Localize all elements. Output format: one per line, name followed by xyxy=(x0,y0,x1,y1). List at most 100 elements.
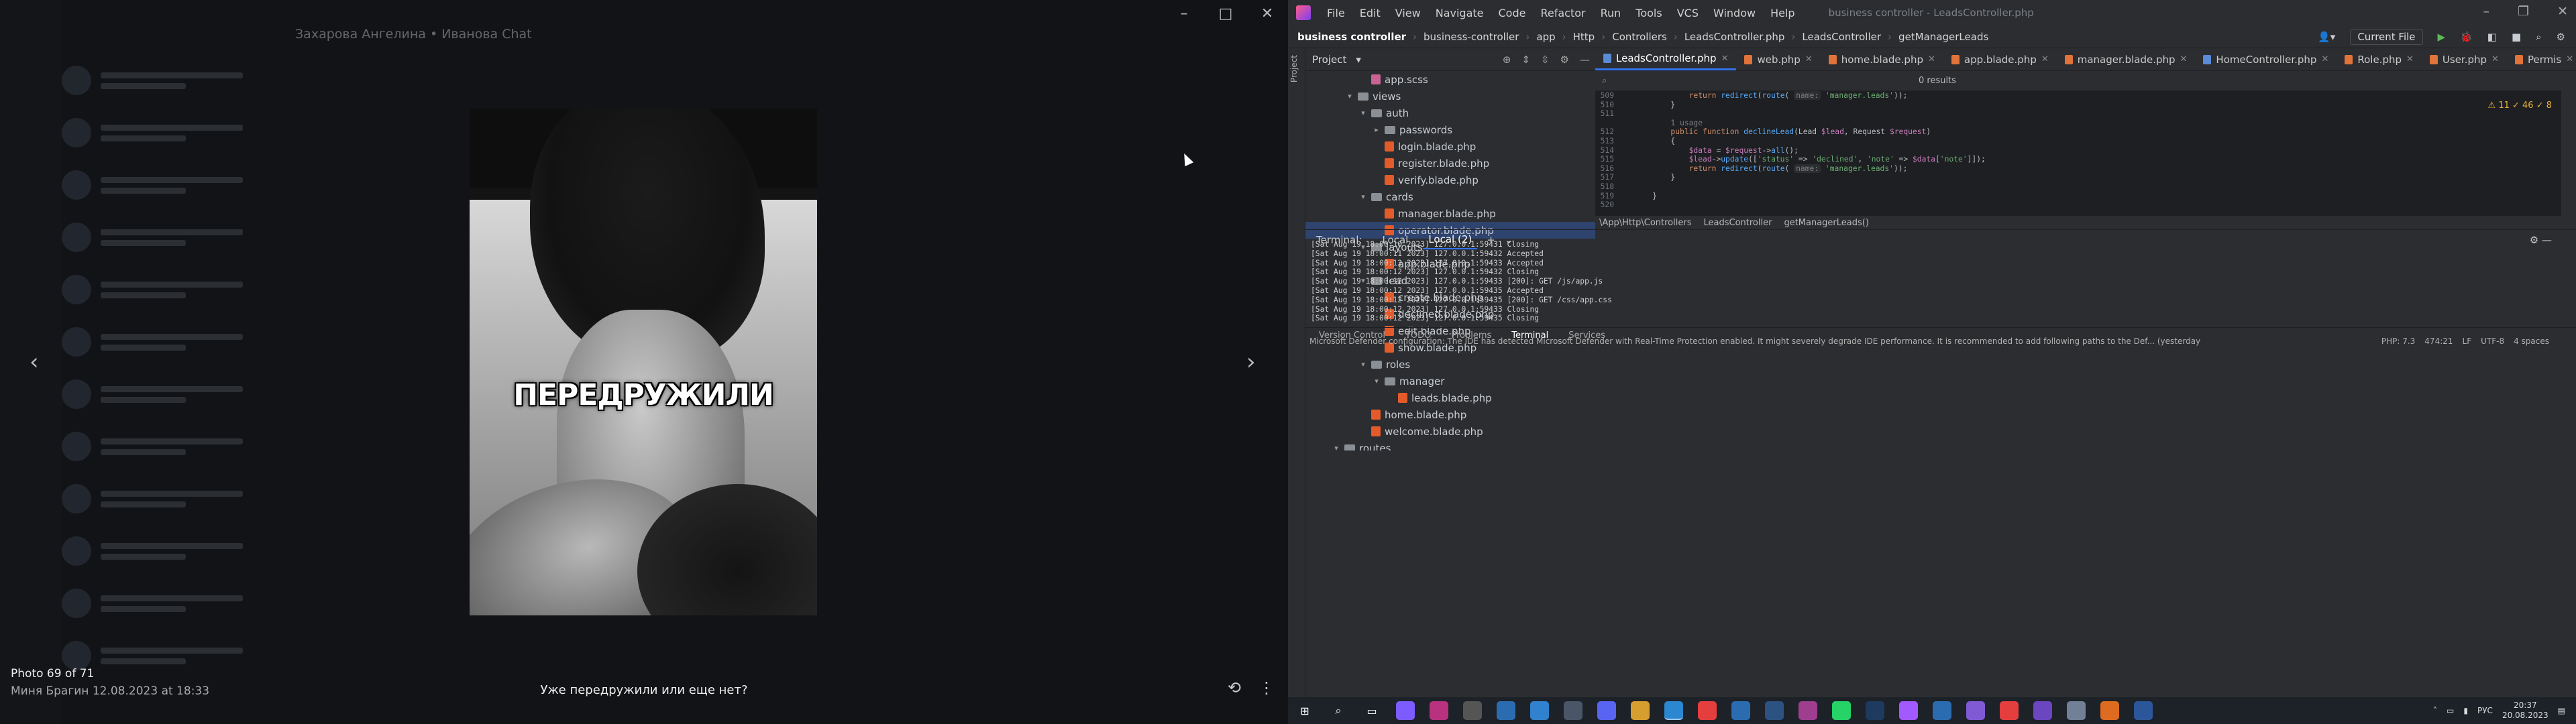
search-icon[interactable]: ⌕ xyxy=(1329,701,1348,720)
tree-item[interactable]: ▾ cards xyxy=(1305,188,1595,205)
tree-item[interactable]: manager.blade.php xyxy=(1305,205,1595,222)
restore-icon[interactable]: ❐ xyxy=(2518,4,2529,19)
breadcrumb-item[interactable]: Http xyxy=(1573,31,1595,43)
tree-item[interactable]: leads.blade.php xyxy=(1305,389,1595,406)
chevron-down-icon[interactable]: ▾ xyxy=(1359,360,1367,369)
menu-vcs[interactable]: VCS xyxy=(1677,7,1699,19)
tree-item[interactable]: ▾ routes xyxy=(1305,440,1595,450)
close-icon[interactable]: ✕ xyxy=(2557,4,2568,19)
editor-tab[interactable]: manager.blade.php ✕ xyxy=(2057,48,2196,70)
app-icon[interactable] xyxy=(1396,701,1415,720)
store-icon[interactable] xyxy=(1564,701,1582,720)
tree-item[interactable]: home.blade.php xyxy=(1305,406,1595,423)
status-widget[interactable]: LF xyxy=(2463,337,2472,346)
breadcrumb-item[interactable]: getManagerLeads xyxy=(1898,31,1988,43)
figma-icon[interactable] xyxy=(1899,701,1918,720)
editor-tab[interactable]: web.php ✕ xyxy=(1736,48,1820,70)
chevron-down-icon[interactable]: ▾ xyxy=(1346,92,1354,101)
minimize-icon[interactable]: – xyxy=(2483,4,2490,19)
run-config-select[interactable]: Current File xyxy=(2350,28,2423,45)
chevron-down-icon[interactable]: ▾ xyxy=(1332,444,1340,450)
stop-icon[interactable]: ■ xyxy=(2512,31,2521,43)
menu-view[interactable]: View xyxy=(1395,7,1421,19)
breadcrumb-item[interactable]: LeadsController.php xyxy=(1684,31,1785,43)
close-icon[interactable]: ✕ xyxy=(1805,54,1813,64)
calculator-icon[interactable] xyxy=(1497,701,1515,720)
menu-run[interactable]: Run xyxy=(1601,7,1621,19)
chrome-icon[interactable] xyxy=(1933,701,1951,720)
discord-icon[interactable] xyxy=(1597,701,1616,720)
filezilla-icon[interactable] xyxy=(1698,701,1717,720)
app-icon[interactable] xyxy=(2067,701,2086,720)
expand-all-icon[interactable]: ⇕ xyxy=(1521,54,1530,66)
status-widget[interactable]: PHP: 7.3 xyxy=(2381,337,2415,346)
breadcrumb-item[interactable]: business-controller xyxy=(1424,31,1519,43)
vscode-icon[interactable] xyxy=(1731,701,1750,720)
telegram-icon[interactable] xyxy=(1664,701,1683,720)
ide-icon[interactable] xyxy=(1799,701,1817,720)
yandex-icon[interactable] xyxy=(2000,701,2019,720)
editor-tab[interactable]: User.php ✕ xyxy=(2422,48,2507,70)
tree-item[interactable]: verify.blade.php xyxy=(1305,172,1595,188)
menu-tools[interactable]: Tools xyxy=(1635,7,1662,19)
maximize-icon[interactable]: □ xyxy=(1218,5,1233,22)
rotate-icon[interactable]: ⟲ xyxy=(1228,678,1241,697)
project-tool-button[interactable]: Project xyxy=(1289,55,1299,82)
breadcrumb-item[interactable]: LeadsController xyxy=(1802,31,1881,43)
app-icon[interactable] xyxy=(1765,701,1784,720)
close-icon[interactable]: ✕ xyxy=(1721,54,1729,64)
next-photo-icon[interactable]: › xyxy=(1246,349,1256,375)
editor-tab[interactable]: Permis ✕ xyxy=(2507,48,2576,70)
menu-edit[interactable]: Edit xyxy=(1360,7,1381,19)
edge-icon[interactable] xyxy=(1530,701,1549,720)
collapse-all-icon[interactable]: ⇳ xyxy=(1541,54,1550,66)
menu-navigate[interactable]: Navigate xyxy=(1436,7,1484,19)
search-icon[interactable]: ⌕ xyxy=(1602,76,1607,86)
code-editor[interactable]: 509 return redirect(route( name: 'manage… xyxy=(1595,91,2561,216)
status-widget[interactable]: UTF-8 xyxy=(2481,337,2504,346)
run-icon[interactable]: ▶ xyxy=(2438,31,2446,43)
status-widget[interactable]: 4 spaces xyxy=(2514,337,2549,346)
tree-item[interactable]: ▾ roles xyxy=(1305,356,1595,373)
phpstorm-icon[interactable] xyxy=(1430,701,1448,720)
chevron-down-icon[interactable]: ▾ xyxy=(1373,377,1381,385)
close-icon[interactable]: ✕ xyxy=(2321,54,2328,64)
breadcrumb-item[interactable]: app xyxy=(1536,31,1555,43)
chevron-right-icon[interactable]: ▸ xyxy=(1373,125,1381,134)
app-icon[interactable] xyxy=(2033,701,2052,720)
chevron-up-icon[interactable]: ˄ xyxy=(2433,706,2437,715)
clock[interactable]: 20:37 20.08.2023 xyxy=(2502,701,2548,721)
tree-item[interactable]: ▾ auth xyxy=(1305,105,1595,121)
tree-item[interactable]: ▾ manager xyxy=(1305,373,1595,389)
whatsapp-icon[interactable] xyxy=(1832,701,1851,720)
tree-item[interactable]: ▸ passwords xyxy=(1305,121,1595,138)
editor-tab[interactable]: Role.php ✕ xyxy=(2337,48,2422,70)
gear-icon[interactable]: ⚙ xyxy=(1560,54,1569,66)
camera-icon[interactable] xyxy=(1463,701,1482,720)
code-breadcrumb-item[interactable]: \App\Http\Controllers xyxy=(1599,218,1691,228)
close-icon[interactable]: ✕ xyxy=(2566,54,2573,64)
notification-icon[interactable]: ▤ xyxy=(2558,706,2565,715)
close-icon[interactable]: ✕ xyxy=(1928,54,1935,64)
close-icon[interactable]: ✕ xyxy=(2491,54,2499,64)
user-icon[interactable]: 👤▾ xyxy=(2318,31,2335,43)
tree-item[interactable]: app.scss xyxy=(1305,71,1595,88)
status-message[interactable]: Microsoft Defender configuration: The ID… xyxy=(1309,337,2200,346)
tree-item[interactable]: login.blade.php xyxy=(1305,138,1595,155)
app-icon[interactable] xyxy=(2100,701,2119,720)
editor-tab[interactable]: LeadsController.php ✕ xyxy=(1595,48,1737,70)
more-icon[interactable]: ⋮ xyxy=(1258,678,1275,697)
menu-window[interactable]: Window xyxy=(1713,7,1756,19)
task-view-icon[interactable]: ▭ xyxy=(1362,701,1381,720)
minimize-icon[interactable]: – xyxy=(1177,5,1191,22)
search-icon[interactable]: ⌕ xyxy=(2536,31,2541,43)
breadcrumb-item[interactable]: business controller xyxy=(1297,31,1406,43)
previous-photo-icon[interactable]: ‹ xyxy=(30,349,39,375)
phpstorm-logo-icon[interactable] xyxy=(1296,5,1311,20)
menu-code[interactable]: Code xyxy=(1499,7,1526,19)
steam-icon[interactable] xyxy=(1866,701,1884,720)
editor-tab[interactable]: app.blade.php ✕ xyxy=(1943,48,2057,70)
folder-icon[interactable] xyxy=(1631,701,1650,720)
app-icon[interactable] xyxy=(1966,701,1985,720)
chevron-down-icon[interactable]: ▾ xyxy=(1359,192,1367,201)
